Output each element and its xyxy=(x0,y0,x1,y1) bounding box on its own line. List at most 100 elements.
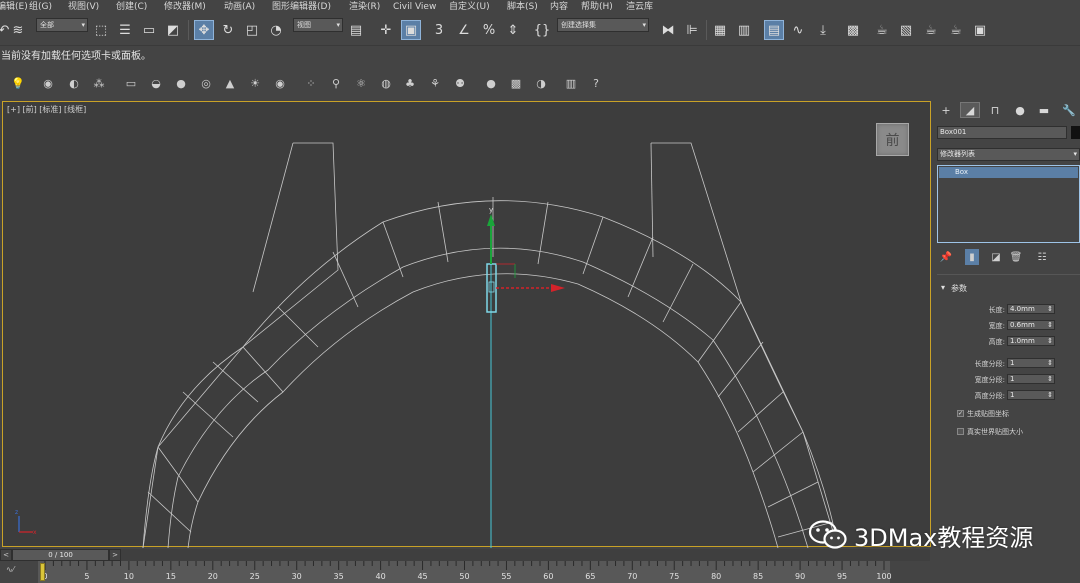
schematic-view-icon[interactable]: ⤓ xyxy=(813,20,833,40)
omni-light-icon[interactable]: ◉ xyxy=(272,75,288,91)
width-spinner[interactable]: 0.6mm xyxy=(1007,320,1055,330)
mirror-icon[interactable]: ⧓ xyxy=(658,20,678,40)
time-slider[interactable]: < 0 / 100 > xyxy=(0,549,930,561)
utilities-tab-icon[interactable]: 🔧 xyxy=(1059,102,1079,118)
length-spinner[interactable]: 4.0mm xyxy=(1007,304,1055,314)
selection-filter-dropdown[interactable]: 全部 xyxy=(36,18,88,32)
height-spinner[interactable]: 1.0mm xyxy=(1007,336,1055,346)
modifier-list-dropdown[interactable]: 修改器列表 xyxy=(937,148,1080,161)
menu-help[interactable]: 帮助(H) xyxy=(581,0,613,14)
display-tab-icon[interactable]: ▬ xyxy=(1034,102,1054,118)
menu-graph-editors[interactable]: 图形编辑器(D) xyxy=(272,0,331,14)
edit-named-selection-icon[interactable]: {} xyxy=(532,20,552,40)
real-world-map-size-checkbox[interactable] xyxy=(957,428,964,435)
cone-icon[interactable]: ▲ xyxy=(222,75,238,91)
menu-customize[interactable]: 自定义(U) xyxy=(449,0,490,14)
panel-icon[interactable]: ▥ xyxy=(563,75,579,91)
make-unique-icon[interactable]: ◪ xyxy=(989,249,1003,265)
select-and-place-icon[interactable]: ◔ xyxy=(266,20,286,40)
modify-tab-icon[interactable]: ◢ xyxy=(960,102,980,118)
bones-icon[interactable]: ⁂ xyxy=(91,75,107,91)
torus-icon[interactable]: ◎ xyxy=(198,75,214,91)
select-manipulate-icon[interactable]: ✛ xyxy=(376,20,396,40)
create-tab-icon[interactable]: + xyxy=(936,102,956,118)
menu-modifiers[interactable]: 修改器(M) xyxy=(164,0,206,14)
select-object-icon[interactable]: ⬚ xyxy=(91,20,111,40)
character-icon[interactable]: ⚉ xyxy=(452,75,468,91)
sphere-primitive-icon[interactable]: ◒ xyxy=(148,75,164,91)
time-slider-thumb[interactable]: 0 / 100 xyxy=(12,549,109,561)
object-name-field[interactable]: Box001 xyxy=(937,126,1067,139)
render-setup-small-icon[interactable]: ▩ xyxy=(508,75,524,91)
create-lights-icon[interactable]: 💡 xyxy=(10,75,26,91)
scene-explorer-icon[interactable]: ▦ xyxy=(710,20,730,40)
configure-modifier-sets-icon[interactable]: ☷ xyxy=(1035,249,1049,265)
window-crossing-icon[interactable]: ◩ xyxy=(163,20,183,40)
length-segs-spinner[interactable]: 1 xyxy=(1007,358,1055,368)
snaps-toggle-icon[interactable]: 3 xyxy=(429,20,449,40)
keyboard-shortcut-override-icon[interactable]: ▣ xyxy=(401,20,421,40)
curve-editor-icon[interactable]: ∿ xyxy=(788,20,808,40)
globe-icon[interactable]: ◍ xyxy=(378,75,394,91)
remove-modifier-icon[interactable]: 🗑 xyxy=(1009,249,1023,265)
camera-icon[interactable]: ◐ xyxy=(66,75,82,91)
geosphere-icon[interactable]: ● xyxy=(173,75,189,91)
sun-light-icon[interactable]: ☀ xyxy=(247,75,263,91)
named-selection-sets-dropdown[interactable]: 创建选择集 xyxy=(557,18,649,32)
menu-edit[interactable]: 编辑(E) xyxy=(0,0,28,14)
teapot-scene-icon[interactable]: ◉ xyxy=(40,75,56,91)
select-and-move-icon[interactable]: ✥ xyxy=(194,20,214,40)
render-in-cloud-icon[interactable]: ▣ xyxy=(970,20,990,40)
menu-group[interactable]: 组(G) xyxy=(29,0,52,14)
spinner-snap-icon[interactable]: ⇕ xyxy=(503,20,523,40)
time-slider-prev-button[interactable]: < xyxy=(0,549,12,561)
time-slider-next-button[interactable]: > xyxy=(109,549,121,561)
select-by-name-icon[interactable]: ☰ xyxy=(115,20,135,40)
render-setup-icon[interactable]: ☕ xyxy=(872,20,892,40)
pin-stack-icon[interactable]: 📌 xyxy=(939,249,953,265)
render-sphere-icon[interactable]: ● xyxy=(483,75,499,91)
mini-curve-editor-icon[interactable]: ∿⁄ xyxy=(6,565,14,574)
menu-content[interactable]: 内容 xyxy=(550,0,568,14)
modifier-stack-item-box[interactable]: Box xyxy=(939,167,1078,178)
select-and-scale-icon[interactable]: ◰ xyxy=(242,20,262,40)
dynamics-icon[interactable]: ⚲ xyxy=(328,75,344,91)
gen-mapping-coords-checkbox[interactable]: ✓ xyxy=(957,410,964,417)
viewport-label[interactable]: [+] [前] [标准] [线框] xyxy=(7,104,86,115)
menu-rendering[interactable]: 渲染(R) xyxy=(349,0,380,14)
rectangular-selection-icon[interactable]: ▭ xyxy=(139,20,159,40)
menu-animation[interactable]: 动画(A) xyxy=(224,0,255,14)
particle-icon[interactable]: ⁘ xyxy=(303,75,319,91)
height-segs-spinner[interactable]: 1 xyxy=(1007,390,1055,400)
menu-scripting[interactable]: 脚本(S) xyxy=(507,0,538,14)
viewcube[interactable]: 前 xyxy=(876,123,909,156)
align-icon[interactable]: ⊫ xyxy=(682,20,702,40)
motion-tab-icon[interactable]: ● xyxy=(1010,102,1030,118)
parameters-rollout-header[interactable]: ▾ 参数 xyxy=(937,283,1080,295)
bind-space-warp-icon[interactable]: ≋ xyxy=(8,20,28,40)
object-color-swatch[interactable] xyxy=(1071,126,1080,139)
material-editor-icon[interactable]: ▩ xyxy=(843,20,863,40)
width-segs-spinner[interactable]: 1 xyxy=(1007,374,1055,384)
menu-render-cloud[interactable]: 渲云库 xyxy=(626,0,653,14)
plant-icon[interactable]: ♣ xyxy=(402,75,418,91)
front-viewport[interactable]: y z x [+] [前] [标准] [线框] 前 xyxy=(2,101,931,548)
reference-coordinate-dropdown[interactable]: 视图 xyxy=(293,18,343,32)
track-bar-ruler[interactable]: 0 5 10 15 20 25 30 35 40 45 50 55 60 65 70 75 80 85 90 95 10… xyxy=(38,561,892,583)
menu-civil-view[interactable]: Civil View xyxy=(393,0,436,14)
menu-create[interactable]: 创建(C) xyxy=(116,0,147,14)
render-iterative-icon[interactable]: ☕ xyxy=(946,20,966,40)
toggle-ribbon-icon[interactable]: ▤ xyxy=(764,20,784,40)
hierarchy-tab-icon[interactable]: ⊓ xyxy=(985,102,1005,118)
pivot-point-center-icon[interactable]: ▤ xyxy=(346,20,366,40)
layer-explorer-icon[interactable]: ▥ xyxy=(734,20,754,40)
current-frame-marker[interactable] xyxy=(40,563,45,581)
select-and-rotate-icon[interactable]: ↻ xyxy=(218,20,238,40)
color-picker-icon[interactable]: ◑ xyxy=(533,75,549,91)
show-end-result-icon[interactable]: ▮ xyxy=(965,249,979,265)
modifier-stack[interactable]: Box xyxy=(937,165,1080,243)
tree-icon[interactable]: ⚘ xyxy=(427,75,443,91)
render-production-icon[interactable]: ☕ xyxy=(921,20,941,40)
menu-view[interactable]: 视图(V) xyxy=(68,0,99,14)
box-primitive-icon[interactable]: ▭ xyxy=(123,75,139,91)
